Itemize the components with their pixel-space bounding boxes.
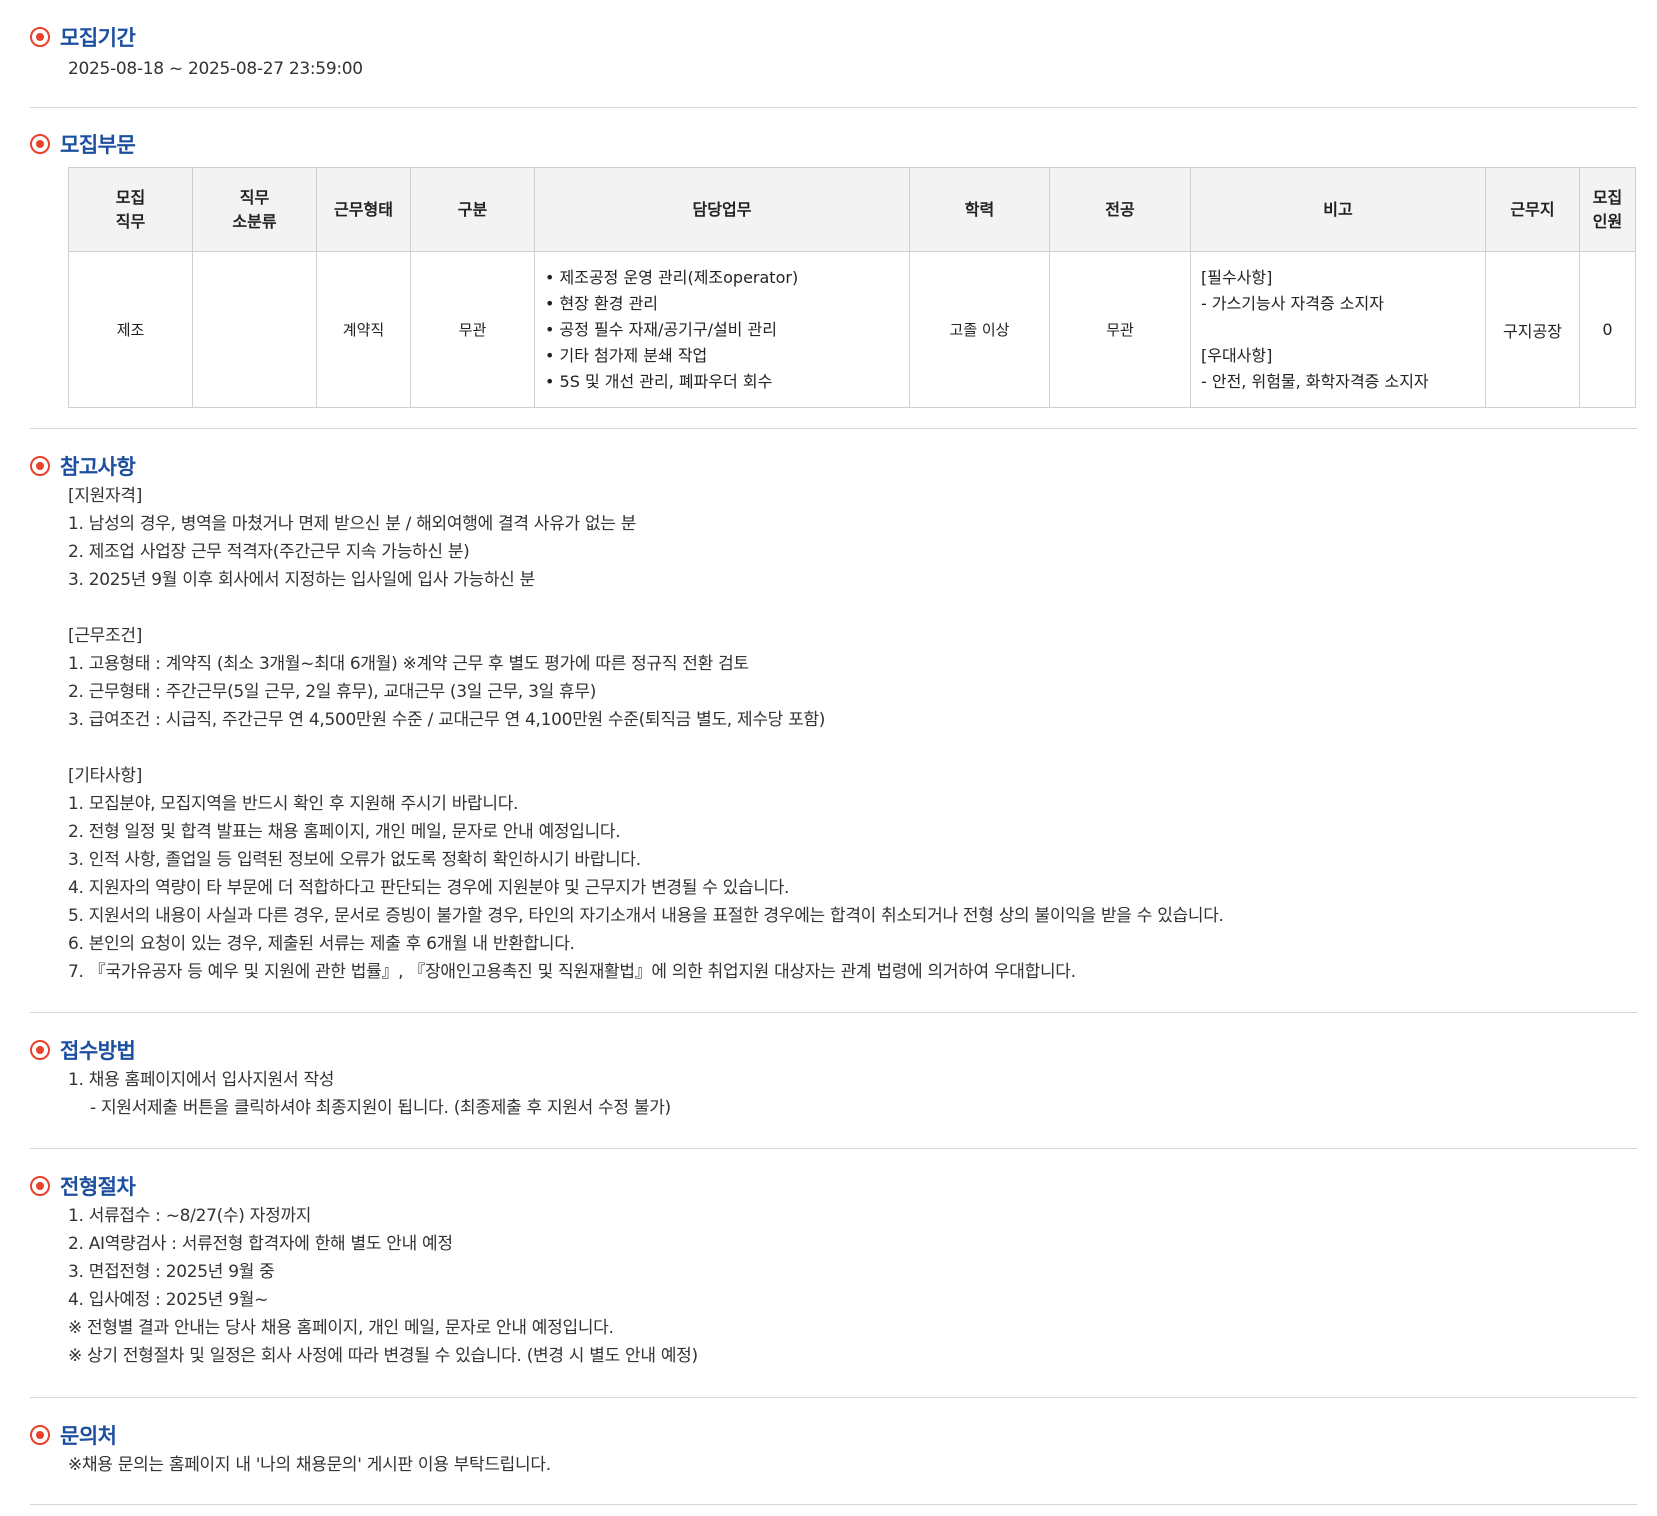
header-subcategory: 직무 소분류 (192, 167, 317, 252)
contact-text: ※채용 문의는 홈페이지 내 '나의 채용문의' 게시판 이용 부탁드립니다. (68, 1455, 551, 1475)
text-line: 5. 지원서의 내용이 사실과 다른 경우, 문서로 증빙이 불가할 경우, 타… (68, 906, 1224, 926)
note-line (1201, 317, 1485, 343)
duty-item: • 기타 첨가제 분쇄 작업 (545, 345, 708, 365)
text-line: [근무조건] (68, 626, 143, 646)
cell-type: 무관 (410, 251, 535, 408)
target-bullet-icon (30, 1040, 50, 1060)
header-major: 전공 (1049, 167, 1191, 252)
text-line: 4. 지원자의 역량이 타 부문에 더 적합하다고 판단되는 경우에 지원분야 … (68, 878, 790, 898)
table-row: 제조 계약직 무관 • 제조공정 운영 관리(제조operator) • 현장 … (68, 251, 1636, 408)
text-line: 1. 고용형태 : 계약직 (최소 3개월~최대 6개월) ※계약 근무 후 별… (68, 654, 749, 674)
text-line: 3. 급여조건 : 시급직, 주간근무 연 4,500만원 수준 / 교대근무 … (68, 710, 826, 730)
header-education: 학력 (909, 167, 1050, 252)
header-duties: 담당업무 (534, 167, 910, 252)
divider (30, 1504, 1637, 1505)
text-line: [기타사항] (68, 766, 143, 786)
header-headcount: 모집 인원 (1579, 167, 1636, 252)
target-bullet-icon (30, 134, 50, 154)
header-type: 구분 (410, 167, 535, 252)
text-line: 1. 서류접수 : ~8/27(수) 자정까지 (68, 1206, 312, 1226)
text-line: - 지원서제출 버튼을 클릭하셔야 최종지원이 됩니다. (최종제출 후 지원서… (90, 1098, 671, 1118)
cell-headcount: 0 (1579, 251, 1636, 408)
text-line: [지원자격] (68, 486, 143, 506)
section-header: 문의처 (30, 1419, 1637, 1451)
note-line: [우대사항] (1201, 345, 1273, 365)
header-employment: 근무형태 (316, 167, 411, 252)
section-division: 모집부문 (30, 128, 1637, 160)
text-line: 6. 본인의 요청이 있는 경우, 제출된 서류는 제출 후 6개월 내 반환합… (68, 934, 575, 954)
target-bullet-icon (30, 456, 50, 476)
section-header: 전형절차 (30, 1170, 1637, 1202)
cell-major: 무관 (1049, 251, 1191, 408)
section-header: 접수방법 (30, 1034, 1637, 1066)
text-line: 3. 면접전형 : 2025년 9월 중 (68, 1262, 275, 1282)
target-bullet-icon (30, 1425, 50, 1445)
text-line: 2. 근무형태 : 주간근무(5일 근무, 2일 휴무), 교대근무 (3일 근… (68, 682, 597, 702)
duty-item: • 5S 및 개선 관리, 폐파우더 회수 (545, 371, 773, 391)
section-body: ※채용 문의는 홈페이지 내 '나의 채용문의' 게시판 이용 부탁드립니다. (68, 1451, 1637, 1479)
text-line (68, 594, 1637, 622)
section-title: 모집부문 (60, 133, 136, 157)
section-title: 참고사항 (60, 455, 136, 479)
text-line: 1. 남성의 경우, 병역을 마쳤거나 면제 받으신 분 / 해외여행에 결격 … (68, 514, 637, 534)
target-bullet-icon (30, 27, 50, 47)
period-text: 2025-08-18 ~ 2025-08-27 23:59:00 (68, 59, 363, 79)
note-line: - 가스기능사 자격증 소지자 (1201, 293, 1384, 313)
text-line: ※ 상기 전형절차 및 일정은 회사 사정에 따라 변경될 수 있습니다. (변… (68, 1346, 698, 1366)
duty-item: • 현장 환경 관리 (545, 293, 659, 313)
text-line: ※ 전형별 결과 안내는 당사 채용 홈페이지, 개인 메일, 문자로 안내 예… (68, 1318, 614, 1338)
note-line: [필수사항] (1201, 267, 1273, 287)
text-line: 2. AI역량검사 : 서류전형 합격자에 한해 별도 안내 예정 (68, 1234, 453, 1254)
section-title: 접수방법 (60, 1039, 136, 1063)
header-job: 모집 직무 (68, 167, 193, 252)
text-line: 3. 2025년 9월 이후 회사에서 지정하는 입사일에 입사 가능하신 분 (68, 570, 535, 590)
recruit-table: 모집 직무 직무 소분류 근무형태 구분 담당업무 학력 전공 비고 근무지 모집 인… (68, 167, 1636, 408)
table-header-row: 모집 직무 직무 소분류 근무형태 구분 담당업무 학력 전공 비고 근무지 모집 인… (68, 167, 1636, 252)
text-line: 1. 채용 홈페이지에서 입사지원서 작성 (68, 1070, 335, 1090)
text-line: 7. 『국가유공자 등 예우 및 지원에 관한 법률』, 『장애인고용촉진 및 … (68, 962, 1076, 982)
text-line: 2. 전형 일정 및 합격 발표는 채용 홈페이지, 개인 메일, 문자로 안내… (68, 822, 621, 842)
header-location: 근무지 (1485, 167, 1580, 252)
section-reference: 참고사항 [지원자격] 1. 남성의 경우, 병역을 마쳤거나 면제 받으신 분… (30, 450, 1637, 986)
cell-subcategory (192, 251, 317, 408)
section-header: 모집기간 (30, 21, 1637, 53)
divider (30, 107, 1637, 108)
duty-item: • 제조공정 운영 관리(제조operator) (545, 267, 799, 287)
header-notes: 비고 (1190, 167, 1486, 252)
section-title: 모집기간 (60, 26, 136, 50)
note-line: - 안전, 위험물, 화학자격증 소지자 (1201, 371, 1429, 391)
text-line: 1. 모집분야, 모집지역을 반드시 확인 후 지원해 주시기 바랍니다. (68, 794, 519, 814)
section-title: 전형절차 (60, 1175, 136, 1199)
section-body: [지원자격] 1. 남성의 경우, 병역을 마쳤거나 면제 받으신 분 / 해외… (68, 482, 1637, 986)
target-bullet-icon (30, 1176, 50, 1196)
section-header: 모집부문 (30, 128, 1637, 160)
divider (30, 428, 1637, 429)
section-period: 모집기간 2025-08-18 ~ 2025-08-27 23:59:00 (30, 21, 1637, 83)
section-contact: 문의처 ※채용 문의는 홈페이지 내 '나의 채용문의' 게시판 이용 부탁드립… (30, 1419, 1637, 1479)
text-line (68, 734, 1637, 762)
section-header: 참고사항 (30, 450, 1637, 482)
cell-location: 구지공장 (1485, 251, 1580, 408)
cell-employment: 계약직 (316, 251, 411, 408)
cell-notes: [필수사항] - 가스기능사 자격증 소지자 [우대사항] - 안전, 위험물,… (1190, 251, 1486, 408)
text-line: 3. 인적 사항, 졸업일 등 입력된 정보에 오류가 없도록 정확히 확인하시… (68, 850, 641, 870)
divider (30, 1148, 1637, 1149)
duty-item: • 공정 필수 자재/공기구/설비 관리 (545, 319, 777, 339)
cell-job: 제조 (68, 251, 193, 408)
section-body: 1. 채용 홈페이지에서 입사지원서 작성 - 지원서제출 버튼을 클릭하셔야 … (68, 1066, 1637, 1122)
section-apply: 접수방법 1. 채용 홈페이지에서 입사지원서 작성 - 지원서제출 버튼을 클… (30, 1034, 1637, 1122)
section-body: 1. 서류접수 : ~8/27(수) 자정까지 2. AI역량검사 : 서류전형… (68, 1202, 1637, 1370)
section-body: 2025-08-18 ~ 2025-08-27 23:59:00 (68, 55, 1637, 83)
text-line: 2. 제조업 사업장 근무 적격자(주간근무 지속 가능하신 분) (68, 542, 470, 562)
section-process: 전형절차 1. 서류접수 : ~8/27(수) 자정까지 2. AI역량검사 :… (30, 1170, 1637, 1370)
divider (30, 1397, 1637, 1398)
cell-duties: • 제조공정 운영 관리(제조operator) • 현장 환경 관리 • 공정… (534, 251, 910, 408)
section-title: 문의처 (60, 1424, 117, 1448)
divider (30, 1012, 1637, 1013)
text-line: 4. 입사예정 : 2025년 9월~ (68, 1290, 269, 1310)
cell-education: 고졸 이상 (909, 251, 1050, 408)
